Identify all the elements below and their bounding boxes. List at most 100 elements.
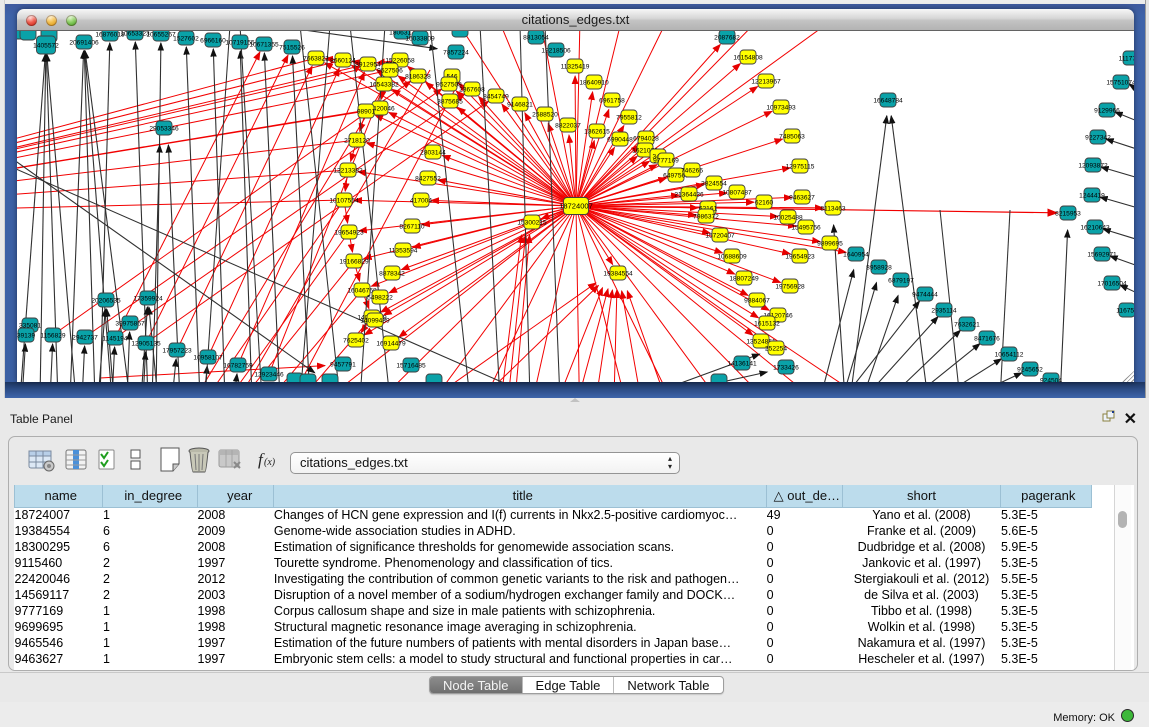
svg-text:12975115: 12975115 bbox=[786, 164, 815, 171]
svg-text:7857224: 7857224 bbox=[443, 50, 469, 57]
svg-text:15300215: 15300215 bbox=[517, 220, 547, 227]
svg-text:39139: 39139 bbox=[17, 333, 35, 340]
svg-text:1640954: 1640954 bbox=[843, 252, 869, 259]
svg-text:98901: 98901 bbox=[357, 109, 376, 116]
svg-text:9463627: 9463627 bbox=[789, 195, 815, 202]
svg-text:12213382: 12213382 bbox=[333, 168, 363, 175]
svg-text:20206535: 20206535 bbox=[91, 298, 121, 305]
svg-text:8878342: 8878342 bbox=[379, 271, 405, 278]
svg-text:17957223: 17957223 bbox=[162, 348, 192, 355]
svg-text:16543382: 16543382 bbox=[369, 82, 399, 89]
svg-text:746266: 746266 bbox=[681, 168, 703, 175]
svg-text:12093872: 12093872 bbox=[1078, 163, 1108, 170]
svg-text:15716485: 15716485 bbox=[396, 363, 426, 370]
svg-text:2588520: 2588520 bbox=[532, 112, 558, 119]
svg-text:10973493: 10973493 bbox=[766, 105, 796, 112]
svg-text:8471676: 8471676 bbox=[974, 336, 1000, 343]
svg-text:16648784: 16648784 bbox=[873, 98, 903, 105]
svg-text:19654923: 19654923 bbox=[785, 254, 815, 261]
svg-text:1145194: 1145194 bbox=[102, 336, 128, 343]
svg-text:1405572: 1405572 bbox=[33, 43, 59, 50]
svg-text:7663822: 7663822 bbox=[303, 56, 329, 63]
svg-text:2087682: 2087682 bbox=[714, 35, 740, 42]
svg-text:2718120: 2718120 bbox=[344, 138, 370, 145]
svg-text:2942737: 2942737 bbox=[72, 335, 98, 342]
svg-text:19218506: 19218506 bbox=[541, 48, 571, 55]
svg-text:2935114: 2935114 bbox=[931, 308, 957, 315]
svg-text:3875685: 3875685 bbox=[437, 99, 463, 106]
svg-text:9245652: 9245652 bbox=[1017, 367, 1043, 374]
svg-text:1117744: 1117744 bbox=[1119, 56, 1134, 63]
svg-text:15692971: 15692971 bbox=[1087, 252, 1117, 259]
svg-text:8267110: 8267110 bbox=[399, 224, 425, 231]
svg-text:9899695: 9899695 bbox=[817, 241, 843, 248]
svg-text:7485063: 7485063 bbox=[779, 134, 805, 141]
svg-text:417004: 417004 bbox=[410, 198, 432, 205]
svg-text:15720407: 15720407 bbox=[705, 233, 735, 240]
svg-text:14136141: 14136141 bbox=[727, 361, 757, 368]
svg-text:19166829: 19166829 bbox=[339, 259, 369, 266]
svg-text:17016504: 17016504 bbox=[1097, 281, 1127, 288]
svg-text:10688609: 10688609 bbox=[717, 254, 747, 261]
svg-text:19654923: 19654923 bbox=[334, 230, 364, 237]
svg-text:8427552: 8427552 bbox=[415, 176, 441, 183]
svg-text:8454749: 8454749 bbox=[483, 94, 509, 101]
svg-text:12213967: 12213967 bbox=[751, 79, 781, 86]
svg-text:12923446: 12923446 bbox=[254, 372, 284, 379]
svg-text:8186328: 8186328 bbox=[405, 74, 431, 81]
svg-text:8660124: 8660124 bbox=[330, 58, 356, 65]
svg-text:1527602: 1527602 bbox=[173, 36, 199, 43]
svg-text:9474444: 9474444 bbox=[912, 292, 938, 299]
svg-text:21364436: 21364436 bbox=[674, 192, 704, 199]
svg-text:16782759: 16782759 bbox=[223, 363, 253, 370]
svg-text:10807487: 10807487 bbox=[722, 190, 752, 197]
svg-text:7515526: 7515526 bbox=[279, 45, 305, 52]
svg-text:7955812: 7955812 bbox=[616, 115, 642, 122]
svg-text:11325419: 11325419 bbox=[561, 64, 590, 71]
svg-text:12905135: 12905135 bbox=[131, 341, 161, 348]
svg-text:16914479: 16914479 bbox=[376, 341, 406, 348]
svg-text:7625402: 7625402 bbox=[343, 338, 369, 345]
svg-text:6990448: 6990448 bbox=[607, 137, 633, 144]
svg-text:9227342: 9227342 bbox=[1085, 135, 1111, 142]
svg-text:9884067: 9884067 bbox=[744, 298, 770, 305]
svg-text:10025488: 10025488 bbox=[773, 215, 803, 222]
svg-text:9129966: 9129966 bbox=[1094, 108, 1120, 115]
svg-text:6961758: 6961758 bbox=[599, 98, 625, 105]
svg-text:6966160: 6966160 bbox=[200, 38, 226, 45]
svg-text:6879197: 6879197 bbox=[888, 278, 914, 285]
svg-text:2803144: 2803144 bbox=[420, 150, 446, 157]
svg-text:19756928: 19756928 bbox=[775, 284, 805, 291]
svg-text:116753: 116753 bbox=[1116, 308, 1134, 315]
svg-text:5498222: 5498222 bbox=[367, 295, 393, 302]
svg-text:8822037: 8822037 bbox=[555, 123, 581, 130]
svg-text:10107554: 10107554 bbox=[329, 198, 359, 205]
svg-text:10655267: 10655267 bbox=[146, 32, 176, 39]
svg-text:(x): (x) bbox=[264, 457, 276, 468]
svg-text:1733426: 1733426 bbox=[773, 365, 799, 372]
svg-text:924504: 924504 bbox=[1040, 378, 1062, 383]
svg-text:39975867: 39975867 bbox=[115, 321, 145, 328]
svg-text:8813054: 8813054 bbox=[523, 35, 549, 42]
svg-text:8215953: 8215953 bbox=[1055, 211, 1081, 218]
svg-text:15495756: 15495756 bbox=[791, 225, 821, 232]
svg-text:20691406: 20691406 bbox=[69, 40, 99, 47]
svg-text:2367608: 2367608 bbox=[459, 87, 485, 94]
svg-text:16033809: 16033809 bbox=[405, 36, 435, 43]
svg-text:11353594: 11353594 bbox=[389, 248, 418, 255]
svg-text:10654112: 10654112 bbox=[995, 352, 1024, 359]
svg-text:10958107: 10958107 bbox=[193, 355, 223, 362]
svg-text:6794028: 6794028 bbox=[633, 136, 659, 143]
svg-text:9146821: 9146821 bbox=[507, 102, 533, 109]
svg-text:3824554: 3824554 bbox=[701, 181, 727, 188]
svg-text:18640910: 18640910 bbox=[579, 80, 609, 87]
svg-text:1244419: 1244419 bbox=[1079, 193, 1105, 200]
svg-text:1615132: 1615132 bbox=[754, 321, 780, 328]
svg-text:29053346: 29053346 bbox=[149, 126, 179, 133]
svg-text:8113463: 8113463 bbox=[820, 206, 846, 213]
svg-text:14099489: 14099489 bbox=[360, 318, 390, 325]
svg-text:19384554: 19384554 bbox=[603, 271, 633, 278]
svg-text:7632621: 7632621 bbox=[954, 322, 980, 329]
svg-text:252254: 252254 bbox=[765, 346, 787, 353]
svg-text:1362615: 1362615 bbox=[584, 129, 610, 136]
